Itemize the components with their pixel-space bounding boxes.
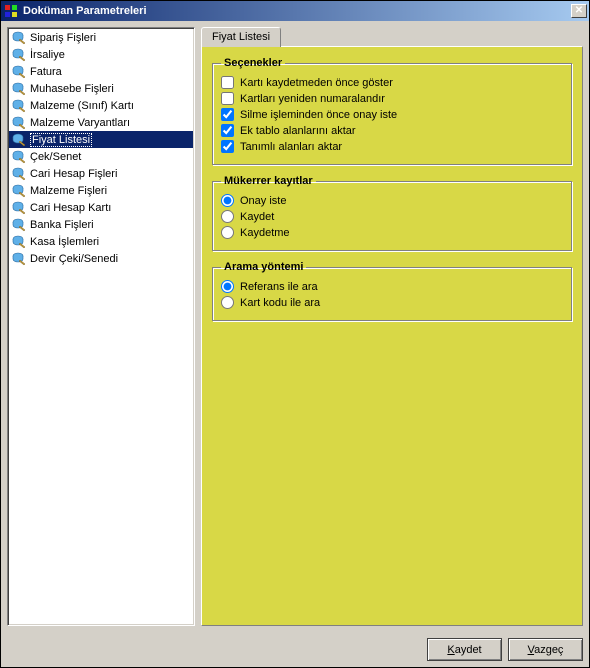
duplicate-row-2: Kaydetme [221, 226, 563, 239]
duplicate-row-1: Kaydet [221, 210, 563, 223]
option-label-1: Kartları yeniden numaralandır [240, 93, 385, 105]
document-icon [11, 99, 27, 113]
titlebar: Doküman Parametreleri ✕ [1, 1, 589, 21]
tab-content: Seçenekler Kartı kaydetmeden önce göster… [201, 46, 583, 626]
sidebar-item-4[interactable]: Malzeme (Sınıf) Kartı [9, 97, 193, 114]
duplicate-radio-1[interactable] [221, 210, 234, 223]
search-label-0: Referans ile ara [240, 281, 318, 293]
sidebar-item-0[interactable]: Sipariş Fişleri [9, 29, 193, 46]
sidebar-item-label: Fatura [30, 66, 62, 78]
duplicate-radio-2[interactable] [221, 226, 234, 239]
option-checkbox-2[interactable] [221, 108, 234, 121]
group-search-method: Arama yöntemi Referans ile ara Kart kodu … [212, 261, 572, 321]
option-checkbox-4[interactable] [221, 140, 234, 153]
document-icon [11, 184, 27, 198]
sidebar-item-2[interactable]: Fatura [9, 63, 193, 80]
save-button[interactable]: Kaydet [427, 638, 502, 661]
sidebar[interactable]: Sipariş Fişleri İrsaliye Fatura Muhasebe Fi… [7, 27, 195, 626]
option-row-1: Kartları yeniden numaralandır [221, 92, 563, 105]
close-button[interactable]: ✕ [571, 4, 587, 18]
search-row-1: Kart kodu ile ara [221, 296, 563, 309]
app-icon [3, 3, 19, 19]
document-icon [11, 82, 27, 96]
sidebar-item-3[interactable]: Muhasebe Fişleri [9, 80, 193, 97]
sidebar-item-label: Banka Fişleri [30, 219, 94, 231]
search-radio-0[interactable] [221, 280, 234, 293]
duplicate-label-2: Kaydetme [240, 227, 290, 239]
sidebar-item-label: Çek/Senet [30, 151, 81, 163]
document-icon [11, 167, 27, 181]
document-icon [11, 116, 27, 130]
group-options-legend: Seçenekler [221, 57, 285, 69]
option-checkbox-3[interactable] [221, 124, 234, 137]
window-title: Doküman Parametreleri [23, 5, 571, 17]
option-label-2: Silme işleminden önce onay iste [240, 109, 397, 121]
document-icon [11, 150, 27, 164]
button-row: Kaydet Vazgeç [1, 632, 589, 667]
sidebar-item-label: Malzeme Varyantları [30, 117, 130, 129]
tab-row: Fiyat Listesi [201, 27, 583, 47]
sidebar-item-8[interactable]: Cari Hesap Fişleri [9, 165, 193, 182]
search-label-1: Kart kodu ile ara [240, 297, 320, 309]
sidebar-item-5[interactable]: Malzeme Varyantları [9, 114, 193, 131]
sidebar-item-10[interactable]: Cari Hesap Kartı [9, 199, 193, 216]
sidebar-item-7[interactable]: Çek/Senet [9, 148, 193, 165]
sidebar-item-13[interactable]: Devir Çeki/Senedi [9, 250, 193, 267]
sidebar-item-label: Cari Hesap Fişleri [30, 168, 117, 180]
document-icon [11, 252, 27, 266]
option-label-4: Tanımlı alanları aktar [240, 141, 342, 153]
cancel-button-rest: azgeç [534, 644, 563, 656]
option-checkbox-1[interactable] [221, 92, 234, 105]
option-row-3: Ek tablo alanlarını aktar [221, 124, 563, 137]
document-icon [11, 31, 27, 45]
sidebar-item-12[interactable]: Kasa İşlemleri [9, 233, 193, 250]
option-label-0: Kartı kaydetmeden önce göster [240, 77, 393, 89]
duplicate-label-1: Kaydet [240, 211, 274, 223]
group-options: Seçenekler Kartı kaydetmeden önce göster… [212, 57, 572, 165]
sidebar-item-9[interactable]: Malzeme Fişleri [9, 182, 193, 199]
tab-fiyat-listesi[interactable]: Fiyat Listesi [201, 27, 281, 47]
sidebar-item-label: Muhasebe Fişleri [30, 83, 114, 95]
duplicate-radio-0[interactable] [221, 194, 234, 207]
document-icon [11, 65, 27, 79]
search-row-0: Referans ile ara [221, 280, 563, 293]
save-button-rest: aydet [455, 644, 482, 656]
sidebar-item-label: Kasa İşlemleri [30, 236, 99, 248]
document-icon [11, 201, 27, 215]
option-label-3: Ek tablo alanlarını aktar [240, 125, 356, 137]
option-row-2: Silme işleminden önce onay iste [221, 108, 563, 121]
option-checkbox-0[interactable] [221, 76, 234, 89]
duplicate-row-0: Onay iste [221, 194, 563, 207]
option-row-0: Kartı kaydetmeden önce göster [221, 76, 563, 89]
sidebar-item-1[interactable]: İrsaliye [9, 46, 193, 63]
cancel-button[interactable]: Vazgeç [508, 638, 583, 661]
duplicate-label-0: Onay iste [240, 195, 286, 207]
sidebar-item-label: Devir Çeki/Senedi [30, 253, 118, 265]
document-icon [11, 48, 27, 62]
option-row-4: Tanımlı alanları aktar [221, 140, 563, 153]
search-radio-1[interactable] [221, 296, 234, 309]
sidebar-item-label: Cari Hesap Kartı [30, 202, 111, 214]
sidebar-item-label: Malzeme Fişleri [30, 185, 107, 197]
sidebar-item-label: İrsaliye [30, 49, 65, 61]
sidebar-item-label: Malzeme (Sınıf) Kartı [30, 100, 134, 112]
group-search-legend: Arama yöntemi [221, 261, 306, 273]
sidebar-item-11[interactable]: Banka Fişleri [9, 216, 193, 233]
document-icon [11, 133, 27, 147]
group-duplicates: Mükerrer kayıtlar Onay iste Kaydet Kaydetm… [212, 175, 572, 251]
sidebar-item-label: Sipariş Fişleri [30, 32, 96, 44]
document-icon [11, 235, 27, 249]
sidebar-item-6[interactable]: Fiyat Listesi [9, 131, 193, 148]
document-icon [11, 218, 27, 232]
sidebar-item-label: Fiyat Listesi [30, 133, 92, 147]
group-duplicates-legend: Mükerrer kayıtlar [221, 175, 316, 187]
